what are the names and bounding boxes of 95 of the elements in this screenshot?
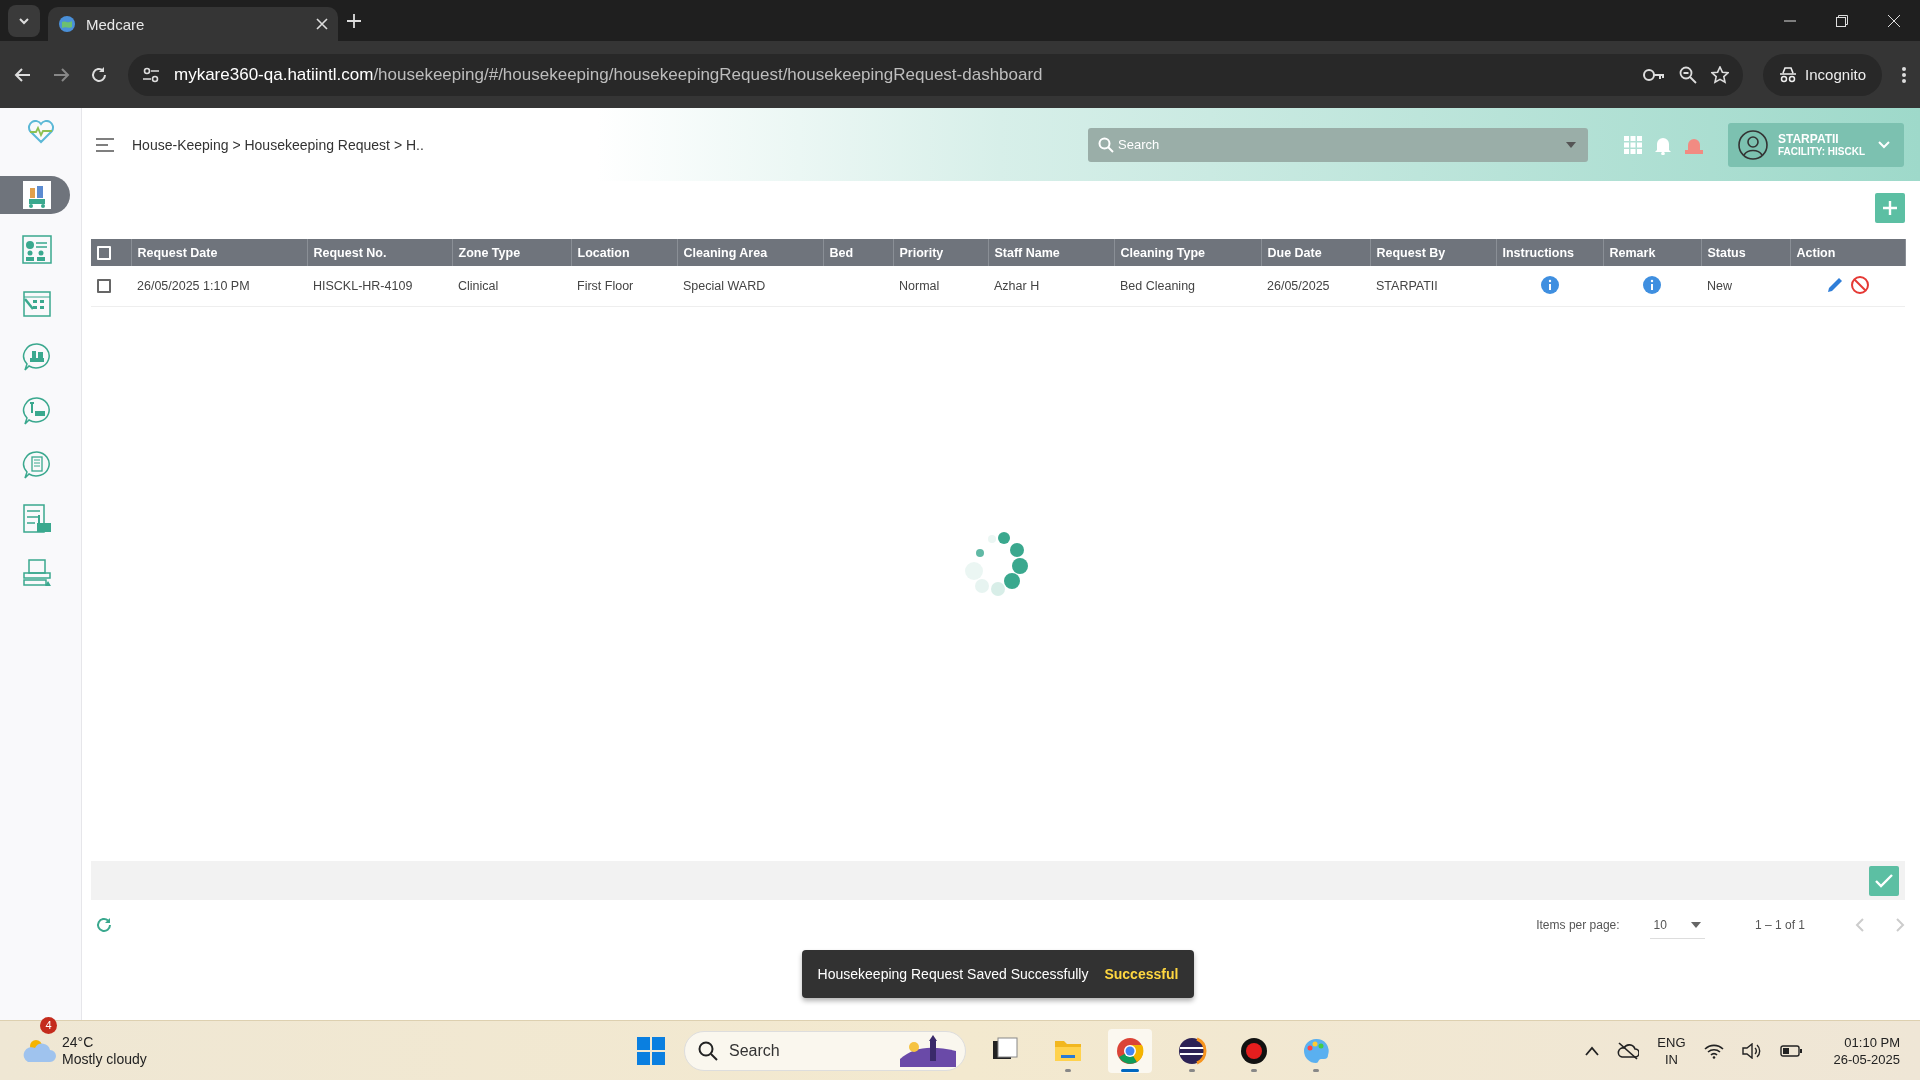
table-cell: Clinical — [458, 279, 499, 293]
column-header: Bed — [823, 239, 893, 266]
select-all-checkbox[interactable] — [97, 245, 111, 260]
snackbar-action[interactable]: Successful — [1104, 966, 1179, 982]
column-header: Location — [571, 239, 677, 266]
column-header: Due Date — [1261, 239, 1370, 266]
heart-logo-icon — [26, 120, 55, 144]
dropdown-caret-icon — [1566, 141, 1576, 148]
eclipse-icon — [1177, 1035, 1207, 1066]
list-bubble-icon — [21, 449, 53, 481]
zoom-out-icon[interactable] — [1679, 65, 1698, 84]
tab-search-button[interactable] — [8, 4, 40, 37]
globe-icon — [58, 15, 76, 33]
check-icon — [1875, 873, 1893, 888]
page-size-select[interactable]: 10 — [1649, 911, 1705, 939]
items-per-page-label: Items per page: — [1536, 918, 1620, 932]
column-header: Remark — [1603, 239, 1701, 266]
sidebar-item[interactable] — [0, 176, 70, 214]
table-cell: Normal — [899, 279, 940, 293]
search-field[interactable]: Search — [1088, 127, 1588, 162]
table-cell: Special WARD — [683, 279, 766, 293]
table-cell: 26/05/2025 — [1267, 279, 1330, 293]
cloud-off-icon[interactable] — [1617, 1041, 1640, 1060]
checklist-icon — [21, 503, 53, 535]
table-cell: Bed Cleaning — [1120, 279, 1196, 293]
page-range: 1 – 1 of 1 — [1754, 918, 1805, 932]
snackbar-message: Housekeeping Request Saved Successfully — [817, 966, 1089, 982]
chevron-up-icon[interactable] — [1585, 1045, 1600, 1056]
column-header: Staff Name — [988, 239, 1114, 266]
chevron-down-icon — [1878, 140, 1890, 149]
language-indicator[interactable]: ENG IN — [1657, 1033, 1686, 1068]
browser-tab[interactable]: Medcare — [48, 7, 338, 41]
table-cell: Azhar H — [994, 279, 1040, 293]
search-icon — [698, 1040, 718, 1061]
table-cell: 26/05/2025 1:10 PM — [137, 279, 250, 293]
info-icon[interactable] — [1540, 275, 1559, 294]
table-cell: HISCKL-HR-4109 — [313, 279, 413, 293]
browser-icon — [1115, 1035, 1145, 1066]
refresh-icon[interactable] — [95, 916, 113, 934]
site-settings-icon[interactable] — [142, 65, 160, 84]
key-icon[interactable] — [1643, 67, 1666, 82]
info-icon[interactable] — [1643, 275, 1661, 294]
address-bar[interactable]: mykare360-qa.hatiintl.com/housekeeping/#/housekeeping/housekeepingRequest/housekeepingRequest-dashboard — [128, 53, 1744, 96]
menu-icon[interactable] — [96, 137, 114, 152]
close-icon[interactable] — [1888, 14, 1900, 27]
forward-icon[interactable] — [52, 65, 70, 84]
incognito-button[interactable]: Incognito — [1763, 53, 1882, 96]
tab-title: Medcare — [86, 15, 146, 33]
reload-icon[interactable] — [90, 65, 108, 84]
edit-pencil-icon[interactable] — [1826, 276, 1844, 294]
dropdown-caret-icon — [1690, 921, 1701, 928]
volume-icon[interactable] — [1741, 1042, 1762, 1059]
back-icon[interactable] — [14, 65, 32, 84]
incognito-icon — [1779, 66, 1798, 83]
block-icon[interactable] — [1850, 275, 1870, 295]
clock[interactable]: 01:10 PM 26-05-2025 — [1833, 1033, 1900, 1068]
dashboard-icon — [21, 233, 53, 265]
table-cell: New — [1707, 279, 1732, 293]
user-name: STARPATII — [1778, 132, 1840, 146]
column-header: Request By — [1370, 239, 1496, 266]
column-header: Action — [1790, 239, 1905, 266]
restore-icon[interactable] — [1836, 14, 1848, 27]
cleaning-cart-icon — [21, 179, 53, 211]
url-text: mykare360-qa.hatiintl.com/housekeeping/#/housekeeping/housekeepingRequest/housekeepingRequest-dashboard — [174, 64, 1044, 85]
search-icon — [1098, 136, 1114, 153]
facility-label: FACILITY: HISCKL — [1778, 146, 1867, 157]
record-icon — [1239, 1035, 1269, 1066]
battery-icon[interactable] — [1779, 1044, 1802, 1057]
column-header: Request Date — [131, 239, 307, 266]
add-button[interactable] — [1875, 193, 1905, 223]
plus-icon — [1882, 200, 1898, 216]
column-header: Zone Type — [452, 239, 571, 266]
new-tab-icon[interactable] — [346, 12, 362, 29]
column-header: Status — [1701, 239, 1790, 266]
table-cell: STARPATII — [1376, 279, 1438, 293]
printer-icon — [21, 557, 53, 589]
column-header: Request No. — [307, 239, 452, 266]
breadcrumb: House-Keeping > Housekeeping Request > H.. — [132, 136, 425, 153]
column-header: Priority — [893, 239, 988, 266]
cart-bubble-icon — [21, 341, 53, 373]
user-avatar-icon — [1738, 129, 1768, 160]
weather-condition: Mostly cloudy — [62, 1050, 147, 1068]
star-icon[interactable] — [1711, 65, 1730, 84]
close-icon[interactable] — [316, 18, 328, 30]
column-header: Cleaning Type — [1114, 239, 1261, 266]
tools-bubble-icon — [21, 395, 53, 427]
row-checkbox[interactable] — [97, 279, 111, 294]
castle-picture-icon — [900, 1034, 956, 1067]
column-header: Cleaning Area — [677, 239, 823, 266]
column-header: Instructions — [1496, 239, 1603, 266]
weather-temperature: 24°C — [62, 1033, 95, 1051]
start-icon[interactable] — [636, 1035, 666, 1066]
more-icon[interactable] — [1902, 65, 1906, 84]
wifi-icon[interactable] — [1703, 1042, 1724, 1059]
table-cell: First Floor — [577, 279, 634, 293]
